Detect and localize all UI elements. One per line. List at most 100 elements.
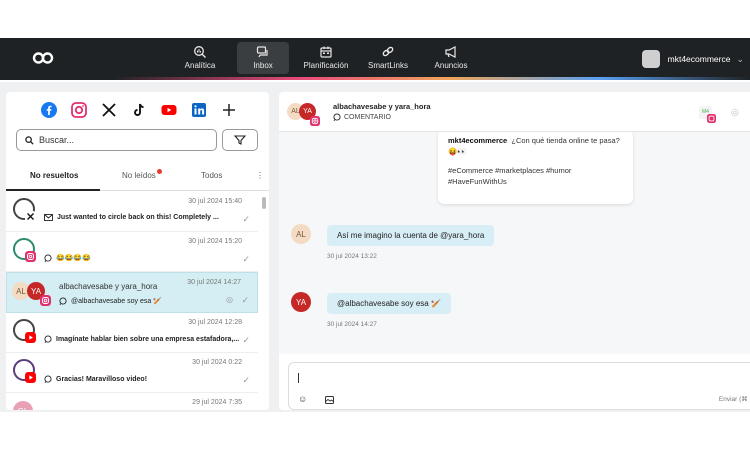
conversation-list-panel: Buscar... No resueltos No leídos Todos ⋮… [6, 92, 269, 410]
top-nav: Analítica Inbox Planificación SmartLinks… [0, 38, 750, 80]
conversation-preview: Just wanted to circle back on this! Comp… [44, 214, 219, 221]
conversation-title: albachavesabe y yara_hora [333, 102, 431, 111]
post-author: mkt4ecommerce [448, 136, 508, 145]
x-twitter-icon[interactable] [101, 102, 117, 118]
nav-analitica[interactable]: Analítica [178, 42, 222, 74]
facebook-icon[interactable] [41, 102, 57, 118]
app-logo-icon[interactable] [32, 49, 54, 67]
emoji-icon[interactable]: ☺ [298, 394, 307, 404]
message-avatar-ya: YA [291, 292, 311, 312]
conversation-header: AL YA albachavesabe y yara_hora COMENTAR… [279, 92, 750, 132]
more-options-icon[interactable]: ⋮ [256, 171, 264, 180]
conversation-detail-panel: AL YA albachavesabe y yara_hora COMENTAR… [279, 92, 750, 410]
analytics-icon [194, 46, 206, 58]
user-menu[interactable]: mkt4ecommerce ⌄ [641, 49, 744, 69]
conversation-date: 30 jul 2024 0:22 [192, 359, 242, 366]
nav-anuncios[interactable]: Anuncios [429, 42, 473, 74]
message-bubble: @albachavesabe soy esa 🏏 [327, 293, 451, 314]
comment-icon [44, 254, 52, 262]
message-timestamp: 30 jul 2024 14:27 [327, 321, 377, 328]
nav-smartlinks[interactable]: SmartLinks [364, 42, 412, 74]
comment-icon [333, 113, 341, 121]
instagram-badge-icon [40, 295, 51, 306]
conversation-preview: @albachavesabe soy esa 🏏 [59, 297, 162, 305]
username: mkt4ecommerce [667, 54, 731, 64]
inbox-icon [256, 46, 268, 58]
calendar-icon [320, 46, 332, 58]
nav-label: Planificación [303, 61, 349, 70]
hide-eye-icon[interactable]: ◎ [731, 107, 739, 118]
chevron-down-icon: ⌄ [736, 53, 744, 64]
check-icon[interactable]: ✓ [242, 375, 250, 386]
gradient-divider [0, 77, 750, 80]
tab-no-leidos[interactable]: No leídos [122, 171, 156, 180]
tab-todos[interactable]: Todos [201, 171, 222, 180]
hidden-eye-icon[interactable]: ◎ [226, 295, 233, 304]
nav-inbox[interactable]: Inbox [237, 42, 289, 74]
instagram-badge-icon [707, 114, 716, 123]
check-icon[interactable]: ✓ [242, 335, 250, 346]
instagram-badge-icon [25, 251, 36, 262]
conversation-row[interactable]: 30 jul 2024 15:40 Just wanted to circle … [6, 192, 258, 232]
conversation-type: COMENTARIO [333, 113, 391, 121]
conversation-preview-text: 😂😂😂😂 [56, 255, 91, 262]
post-hashtags: #eCommerce #marketplaces #humor #HaveFun… [448, 165, 572, 186]
send-shortcut-hint[interactable]: Enviar (⌘ + I [719, 395, 750, 403]
check-icon[interactable]: ✓ [241, 295, 249, 306]
avatar-gl: GL [13, 401, 33, 410]
comment-icon [44, 375, 52, 383]
conversation-preview-text: Just wanted to circle back on this! Comp… [57, 214, 219, 221]
conversation-name: albachavesabe y yara_hora [59, 282, 158, 291]
attachment-image-icon[interactable] [325, 396, 334, 404]
avatar [641, 50, 660, 68]
conversation-row[interactable]: 30 jul 2024 15:20 😂😂😂😂 ✓ [6, 232, 258, 272]
linkedin-icon[interactable] [191, 102, 207, 118]
active-tab-indicator [6, 189, 100, 191]
comment-icon [59, 297, 67, 305]
conversation-preview-text: @albachavesabe soy esa 🏏 [71, 298, 162, 305]
instagram-icon[interactable] [71, 102, 87, 118]
check-icon[interactable]: ✓ [242, 254, 250, 265]
instagram-badge-icon [310, 116, 320, 126]
comment-icon [44, 335, 52, 343]
youtube-badge-icon [25, 372, 36, 383]
conversation-date: 29 jul 2024 7:35 [192, 399, 242, 406]
conversation-preview: Imagínate hablar bien sobre una empresa … [44, 335, 239, 343]
list-scrollbar[interactable] [262, 197, 266, 209]
social-network-filters [41, 100, 237, 120]
nav-label: Inbox [253, 61, 273, 70]
nav-planificacion[interactable]: Planificación [298, 42, 354, 74]
tab-no-resueltos[interactable]: No resueltos [30, 171, 78, 180]
conversation-preview: 😂😂😂😂 [44, 254, 91, 262]
youtube-icon[interactable] [161, 102, 177, 118]
conversation-preview-text: Imagínate hablar bien sobre una empresa … [56, 335, 240, 343]
message-thread: mkt4ecommerce ¿Con qué tienda online te … [279, 132, 750, 354]
filter-button[interactable] [222, 129, 258, 151]
conversation-preview: Gracias! Maravilloso video! [44, 375, 147, 383]
conversation-date: 30 jul 2024 14:27 [187, 279, 241, 286]
conversation-date: 30 jul 2024 12:28 [188, 319, 242, 326]
search-placeholder: Buscar... [39, 135, 75, 145]
email-icon [44, 214, 53, 221]
link-icon [382, 46, 394, 57]
reply-composer[interactable]: ☺ Enviar (⌘ + I [288, 362, 750, 410]
nav-label: Analítica [184, 61, 216, 70]
original-post-card: mkt4ecommerce ¿Con qué tienda online te … [438, 132, 633, 204]
conversation-type-label: COMENTARIO [344, 113, 391, 121]
conversation-preview-text: Gracias! Maravilloso video! [56, 375, 148, 383]
conversation-date: 30 jul 2024 15:40 [188, 198, 242, 205]
conversation-row[interactable]: 30 jul 2024 12:28 Imagínate hablar bien … [6, 313, 258, 353]
youtube-badge-icon [25, 332, 36, 343]
conversation-list: 30 jul 2024 15:40 Just wanted to circle … [6, 192, 264, 410]
conversation-row[interactable]: GL 29 jul 2024 7:35 [6, 393, 258, 410]
filter-icon [234, 135, 246, 145]
conversation-row[interactable]: 30 jul 2024 0:22 Gracias! Maravilloso vi… [6, 353, 258, 393]
unread-dot [157, 169, 162, 174]
check-icon[interactable]: ✓ [242, 214, 250, 225]
search-input[interactable]: Buscar... [16, 129, 217, 151]
search-icon [25, 135, 34, 145]
conversation-row-selected[interactable]: AL YA albachavesabe y yara_hora 30 jul 2… [6, 272, 258, 313]
message-avatar-al: AL [291, 224, 311, 244]
add-network-icon[interactable] [221, 102, 237, 118]
tiktok-icon[interactable] [131, 102, 147, 118]
